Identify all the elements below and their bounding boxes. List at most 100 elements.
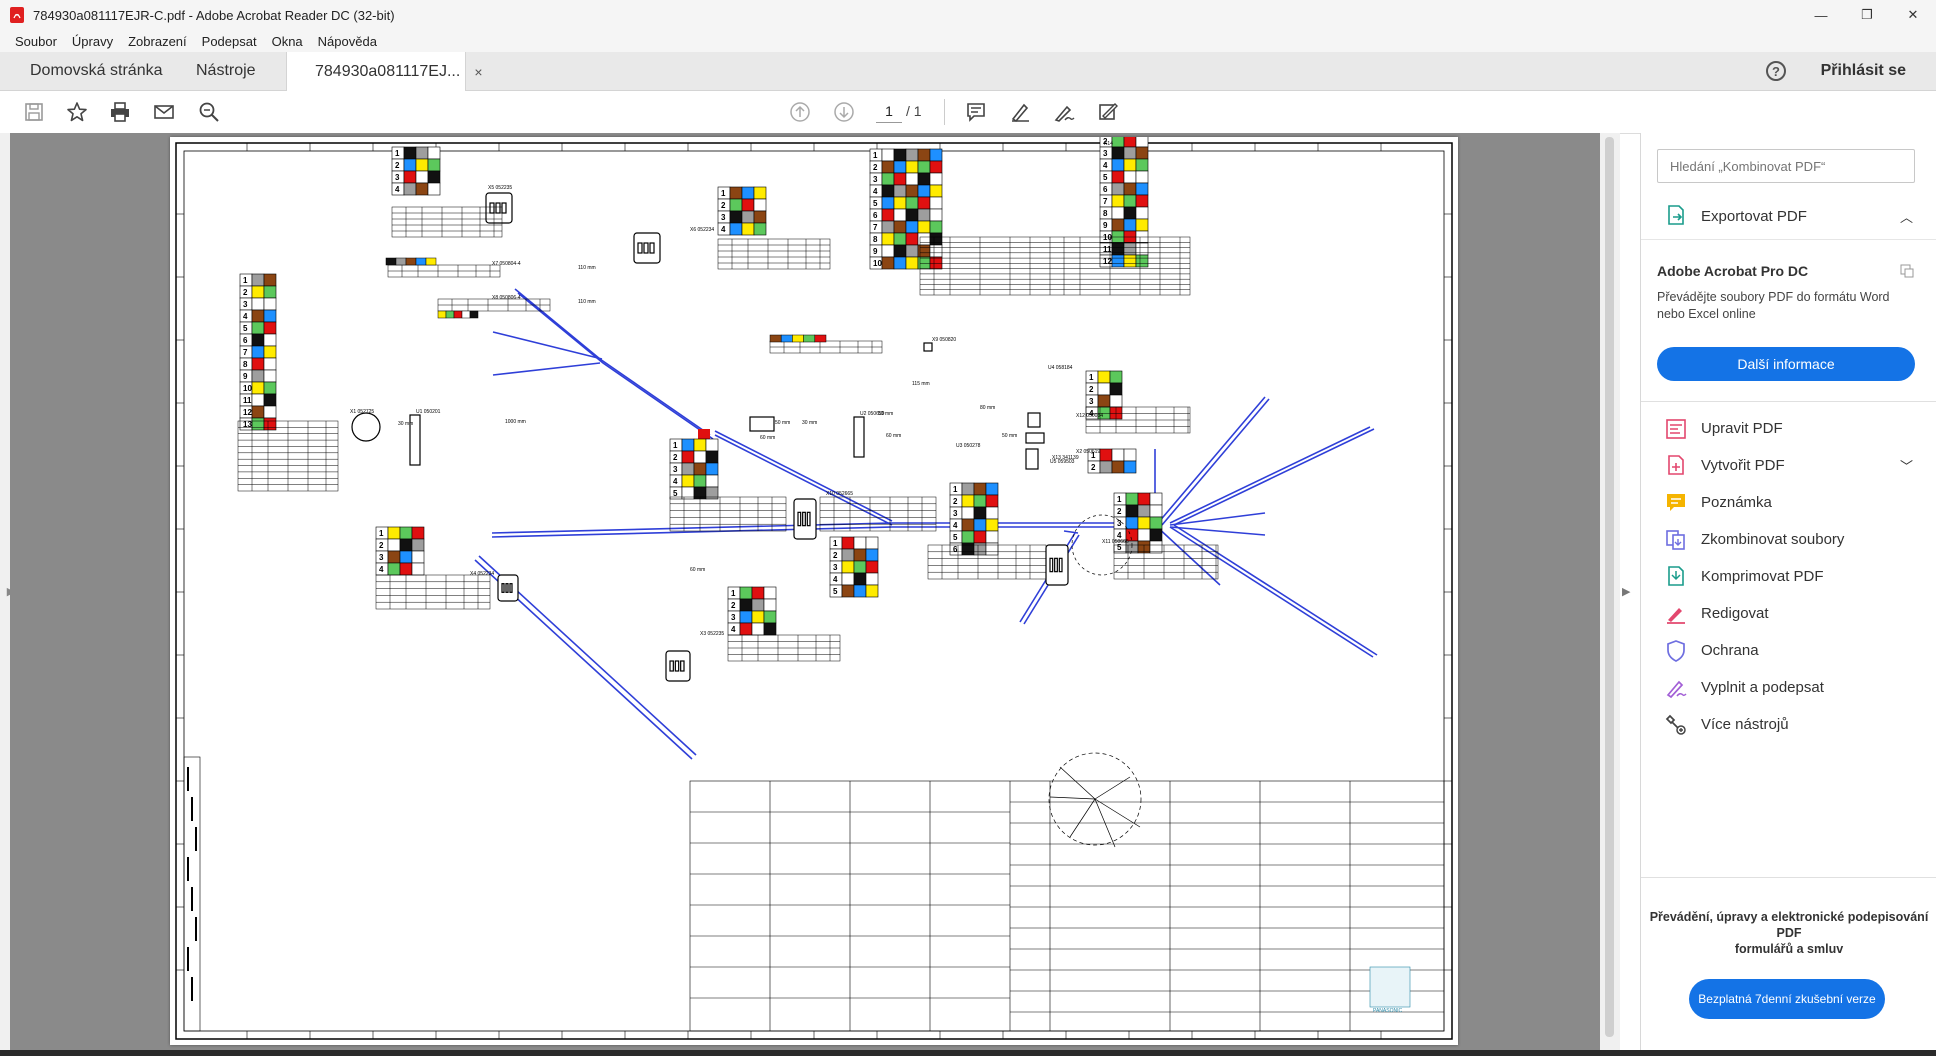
menu-napoveda[interactable]: Nápověda	[318, 34, 377, 49]
tool-edit-pdf[interactable]: Upravit PDF	[1641, 410, 1936, 447]
tool-create-pdf[interactable]: Vytvořit PDF ﹀	[1641, 447, 1936, 484]
wire-color-cell	[1111, 146, 1125, 160]
wire-color-cell	[681, 474, 695, 488]
page-down-icon[interactable]	[832, 100, 856, 124]
wire-color-cell	[1111, 254, 1125, 268]
wire-color-cell	[961, 494, 975, 508]
tools-search-input[interactable]	[1657, 149, 1915, 183]
tool-redact[interactable]: Redigovat	[1641, 595, 1936, 632]
menu-zobrazeni[interactable]: Zobrazení	[128, 34, 187, 49]
length-label: 110 mm	[578, 265, 596, 271]
redact-icon	[1663, 601, 1689, 627]
header-color-strip	[425, 257, 437, 266]
header-color-strip	[769, 334, 782, 343]
pin-number: 13	[243, 420, 252, 429]
connector-x6	[633, 232, 661, 264]
wire-color-cell	[1135, 242, 1149, 256]
close-window-button[interactable]: ✕	[1890, 0, 1936, 30]
tool-comment[interactable]: Poznámka	[1641, 484, 1936, 521]
wire-color-cell	[1135, 146, 1149, 160]
highlight-pen-icon[interactable]	[1008, 100, 1032, 124]
free-trial-button[interactable]: Bezplatná 7denní zkušební verze	[1689, 979, 1885, 1019]
chevron-down-icon[interactable]: ﹀	[1900, 456, 1913, 475]
connector-label: U2 050659	[860, 411, 885, 417]
print-icon[interactable]	[108, 100, 132, 124]
header-color-strip	[395, 257, 407, 266]
data-table-x6	[717, 238, 831, 270]
document-scrollbar[interactable]	[1600, 133, 1620, 1050]
tool-protect[interactable]: Ochrana	[1641, 632, 1936, 669]
header-color-strip	[385, 257, 397, 266]
wire-color-cell	[1135, 194, 1149, 208]
tab-close-icon[interactable]: ×	[474, 64, 482, 80]
pin-number: 8	[243, 360, 248, 369]
wire-color-cell	[929, 160, 943, 174]
wire-color-cell	[1111, 194, 1125, 208]
connector-cavity	[501, 202, 507, 214]
tool-combine-files[interactable]: Zkombinovat soubory	[1641, 521, 1936, 558]
length-label: 80 mm	[980, 405, 995, 411]
pin-number: 9	[873, 247, 878, 256]
stamp-share-icon[interactable]	[1096, 100, 1120, 124]
more-info-button[interactable]: Další informace	[1657, 347, 1915, 381]
tab-home[interactable]: Domovská stránka	[30, 52, 163, 90]
wire-color-cell	[693, 438, 707, 452]
wire-color-cell	[929, 256, 943, 270]
wire-color-cell	[893, 220, 907, 234]
save-icon[interactable]	[22, 100, 46, 124]
connector-cavity	[1054, 557, 1058, 573]
tool-more-tools[interactable]: Více nástrojů	[1641, 706, 1936, 743]
wire-color-cell	[1111, 448, 1125, 462]
wire-color-cell	[693, 462, 707, 476]
wire-color-cell	[741, 210, 755, 224]
sign-in-button[interactable]: Přihlásit se	[1821, 62, 1906, 80]
tab-tools[interactable]: Nástroje	[196, 52, 256, 90]
menu-upravy[interactable]: Úpravy	[72, 34, 113, 49]
pin-number: 1	[1117, 495, 1122, 504]
right-panel-collapse-icon[interactable]: ▶	[1622, 585, 1630, 598]
comment-tool-icon[interactable]	[964, 100, 988, 124]
menu-podepsat[interactable]: Podepsat	[202, 34, 257, 49]
window-title: 784930a081117EJR-C.pdf - Adobe Acrobat R…	[33, 7, 395, 23]
chevron-up-icon[interactable]: ︿	[1900, 207, 1913, 226]
pin-number: 3	[731, 613, 736, 622]
wire-color-cell	[263, 333, 277, 347]
connector-label: X8 050806-4	[492, 295, 521, 301]
wire-color-cell	[1135, 170, 1149, 184]
header-color-strip	[437, 310, 447, 319]
menu-okna[interactable]: Okna	[272, 34, 303, 49]
wire-color-cell	[961, 506, 975, 520]
page-up-icon[interactable]	[788, 100, 812, 124]
zoom-search-icon[interactable]	[197, 100, 221, 124]
wire-color-cell	[865, 548, 879, 562]
wire-color-cell	[251, 297, 265, 311]
wire-color-cell	[881, 208, 895, 222]
export-pdf-item[interactable]: Exportovat PDF ︿	[1641, 193, 1936, 240]
taskbar-strip	[0, 1050, 1936, 1056]
wire-color-cell	[1123, 194, 1137, 208]
wire-color-cell	[251, 333, 265, 347]
connector-label: X3 052235	[700, 631, 724, 637]
email-icon[interactable]	[152, 100, 176, 124]
wire-color-cell	[411, 550, 425, 564]
wire-color-cell	[905, 220, 919, 234]
pin-number: 3	[379, 553, 384, 562]
sign-pen-icon[interactable]	[1052, 100, 1076, 124]
tool-fill-sign[interactable]: Vyplnit a podepsat	[1641, 669, 1936, 706]
scrollbar-thumb[interactable]	[1605, 137, 1614, 1037]
tool-compress-pdf[interactable]: Komprimovat PDF	[1641, 558, 1936, 595]
wire-color-cell	[729, 198, 743, 212]
help-icon[interactable]: ?	[1766, 61, 1786, 81]
pin-number: 2	[953, 497, 958, 506]
wire-color-cell	[693, 450, 707, 464]
page-number-input[interactable]: 1	[876, 100, 902, 123]
minimize-button[interactable]: —	[1798, 0, 1844, 30]
menu-soubor[interactable]: Soubor	[15, 34, 57, 49]
wire-color-cell	[1137, 528, 1151, 542]
wire-color-cell	[865, 560, 879, 574]
wire-color-cell	[251, 309, 265, 323]
bookmark-star-icon[interactable]	[65, 100, 89, 124]
wire-color-cell	[251, 357, 265, 371]
tab-document[interactable]: 784930a081117EJ... ×	[286, 52, 483, 91]
restore-button[interactable]: ❐	[1844, 0, 1890, 30]
